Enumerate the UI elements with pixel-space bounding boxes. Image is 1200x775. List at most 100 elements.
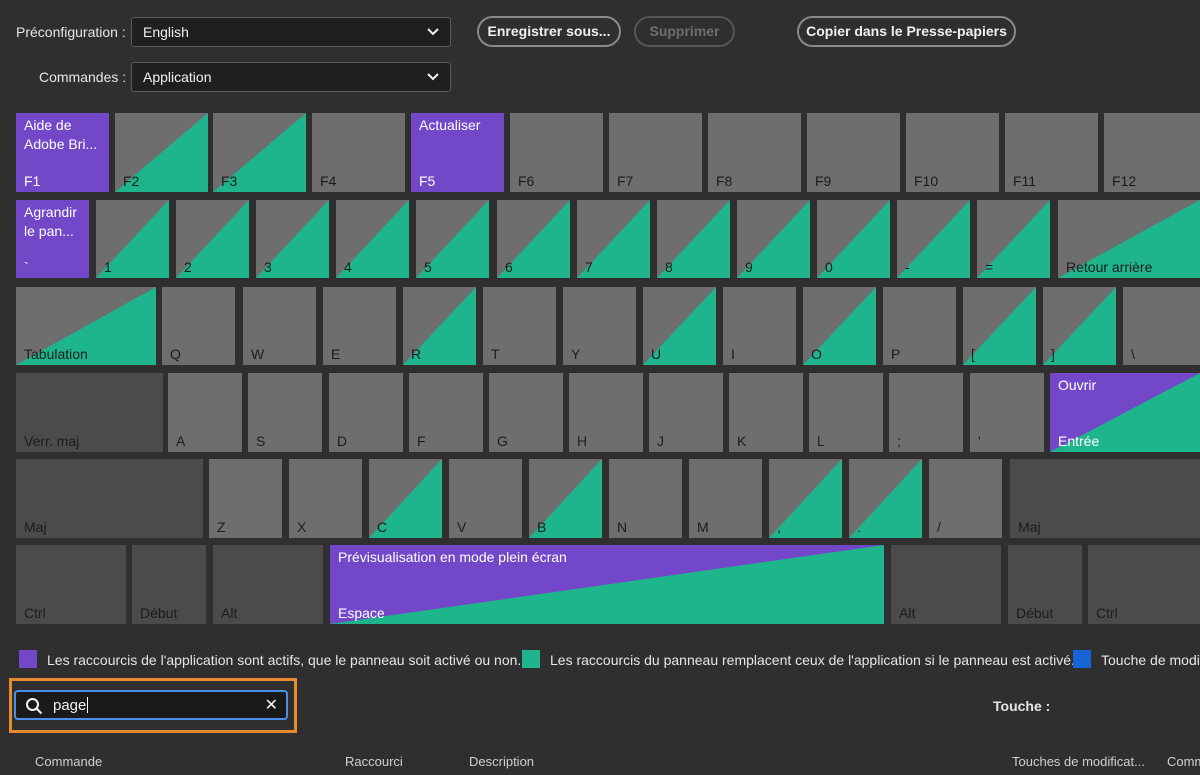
key-label: 6	[505, 259, 513, 275]
key-capslock[interactable]: Verr. maj	[16, 373, 163, 452]
legend-modifier-text: Touche de modi	[1101, 652, 1200, 668]
key-l[interactable]: L	[809, 373, 883, 452]
key-slash[interactable]: /	[929, 459, 1002, 538]
key-label: F1	[24, 173, 41, 189]
key-g[interactable]: G	[489, 373, 563, 452]
key-tab[interactable]: Tabulation	[16, 287, 156, 365]
key-z[interactable]: Z	[209, 459, 282, 538]
key-o[interactable]: O	[803, 287, 876, 365]
key-lbracket[interactable]: [	[963, 287, 1036, 365]
key-f4[interactable]: F4	[312, 113, 405, 192]
key-v[interactable]: V	[449, 459, 522, 538]
key-minus[interactable]: -	[897, 200, 970, 278]
key-k[interactable]: K	[729, 373, 803, 452]
key-f11[interactable]: F11	[1005, 113, 1098, 192]
key-comma[interactable]: ,	[769, 459, 842, 538]
key-label: A	[176, 433, 186, 449]
key-m[interactable]: M	[689, 459, 762, 538]
legend-app-swatch	[19, 650, 37, 668]
key-ralt[interactable]: Alt	[891, 545, 1001, 624]
key-r[interactable]: R	[403, 287, 476, 365]
legend-modifier-swatch	[1073, 650, 1091, 668]
column-modifier-keys[interactable]: Touches de modificat...	[1012, 754, 1145, 769]
key-f7[interactable]: F7	[609, 113, 702, 192]
key-j[interactable]: J	[649, 373, 723, 452]
key-f12[interactable]: F12	[1104, 113, 1200, 192]
key-f3[interactable]: F3	[213, 113, 306, 192]
key-t[interactable]: T	[483, 287, 556, 365]
key-i[interactable]: I	[723, 287, 796, 365]
key-label: [	[971, 346, 975, 362]
key-label: F9	[815, 173, 832, 189]
key-b[interactable]: B	[529, 459, 602, 538]
preset-dropdown[interactable]: English	[131, 17, 451, 47]
key-lalt[interactable]: Alt	[213, 545, 323, 624]
commands-dropdown[interactable]: Application	[131, 62, 451, 92]
key-e[interactable]: E	[323, 287, 396, 365]
column-description[interactable]: Description	[469, 754, 534, 769]
key-h[interactable]: H	[569, 373, 643, 452]
key-u[interactable]: U	[643, 287, 716, 365]
key-enter[interactable]: Ouvrir Entrée	[1050, 373, 1200, 452]
key-k2[interactable]: 2	[176, 200, 249, 278]
key-rctrl[interactable]: Ctrl	[1088, 545, 1200, 624]
key-f[interactable]: F	[409, 373, 483, 452]
key-lshift[interactable]: Maj	[16, 459, 203, 538]
search-input[interactable]: page ✕	[14, 690, 288, 720]
key-q[interactable]: Q	[162, 287, 235, 365]
key-w[interactable]: W	[243, 287, 316, 365]
key-rhome[interactable]: Début	[1008, 545, 1082, 624]
key-equal[interactable]: =	[977, 200, 1050, 278]
delete-button[interactable]: Supprimer	[634, 16, 735, 47]
key-x[interactable]: X	[289, 459, 362, 538]
key-f6[interactable]: F6	[510, 113, 603, 192]
key-f9[interactable]: F9	[807, 113, 900, 192]
key-k6[interactable]: 6	[497, 200, 570, 278]
key-y[interactable]: Y	[563, 287, 636, 365]
key-n[interactable]: N	[609, 459, 682, 538]
key-command-label: Aide de Adobe Bri...	[24, 117, 98, 152]
key-rbracket[interactable]: ]	[1043, 287, 1116, 365]
key-quote[interactable]: '	[970, 373, 1044, 452]
key-label: F6	[518, 173, 535, 189]
key-label: Verr. maj	[24, 433, 80, 449]
key-backslash[interactable]: \	[1123, 287, 1200, 365]
column-command[interactable]: Commande	[35, 754, 102, 769]
key-f8[interactable]: F8	[708, 113, 801, 192]
key-grave[interactable]: Agrandir le pan... `	[16, 200, 89, 278]
search-icon	[26, 698, 43, 715]
key-k1[interactable]: 1	[96, 200, 169, 278]
clear-search-icon[interactable]: ✕	[265, 695, 278, 715]
key-lctrl[interactable]: Ctrl	[16, 545, 126, 624]
key-k7[interactable]: 7	[577, 200, 650, 278]
column-shortcut[interactable]: Raccourci	[345, 754, 403, 769]
key-k8[interactable]: 8	[657, 200, 730, 278]
key-f10[interactable]: F10	[906, 113, 999, 192]
key-k9[interactable]: 9	[737, 200, 810, 278]
key-f1[interactable]: Aide de Adobe Bri... F1	[16, 113, 109, 192]
key-rshift[interactable]: Maj	[1010, 459, 1200, 538]
key-command-label: Ouvrir	[1058, 377, 1097, 393]
key-c[interactable]: C	[369, 459, 442, 538]
key-label: `	[24, 259, 29, 275]
preset-value: English	[143, 24, 189, 40]
key-f5[interactable]: Actualiser F5	[411, 113, 504, 192]
key-k0[interactable]: 0	[817, 200, 890, 278]
legend-app-text: Les raccourcis de l'application sont act…	[47, 652, 522, 668]
key-space[interactable]: Prévisualisation en mode plein écran Espa…	[330, 545, 884, 624]
key-lhome[interactable]: Début	[132, 545, 206, 624]
key-p[interactable]: P	[883, 287, 956, 365]
key-period[interactable]: .	[849, 459, 922, 538]
save-as-button[interactable]: Enregistrer sous...	[477, 16, 621, 47]
key-d[interactable]: D	[329, 373, 403, 452]
key-k5[interactable]: 5	[416, 200, 489, 278]
key-k3[interactable]: 3	[256, 200, 329, 278]
copy-to-clipboard-button[interactable]: Copier dans le Presse-papiers	[797, 16, 1016, 47]
column-comm[interactable]: Comm	[1167, 754, 1200, 769]
key-backspace[interactable]: Retour arrière	[1058, 200, 1200, 278]
key-s[interactable]: S	[248, 373, 322, 452]
key-semicolon[interactable]: ;	[889, 373, 963, 452]
key-f2[interactable]: F2	[115, 113, 208, 192]
key-a[interactable]: A	[168, 373, 242, 452]
key-k4[interactable]: 4	[336, 200, 409, 278]
